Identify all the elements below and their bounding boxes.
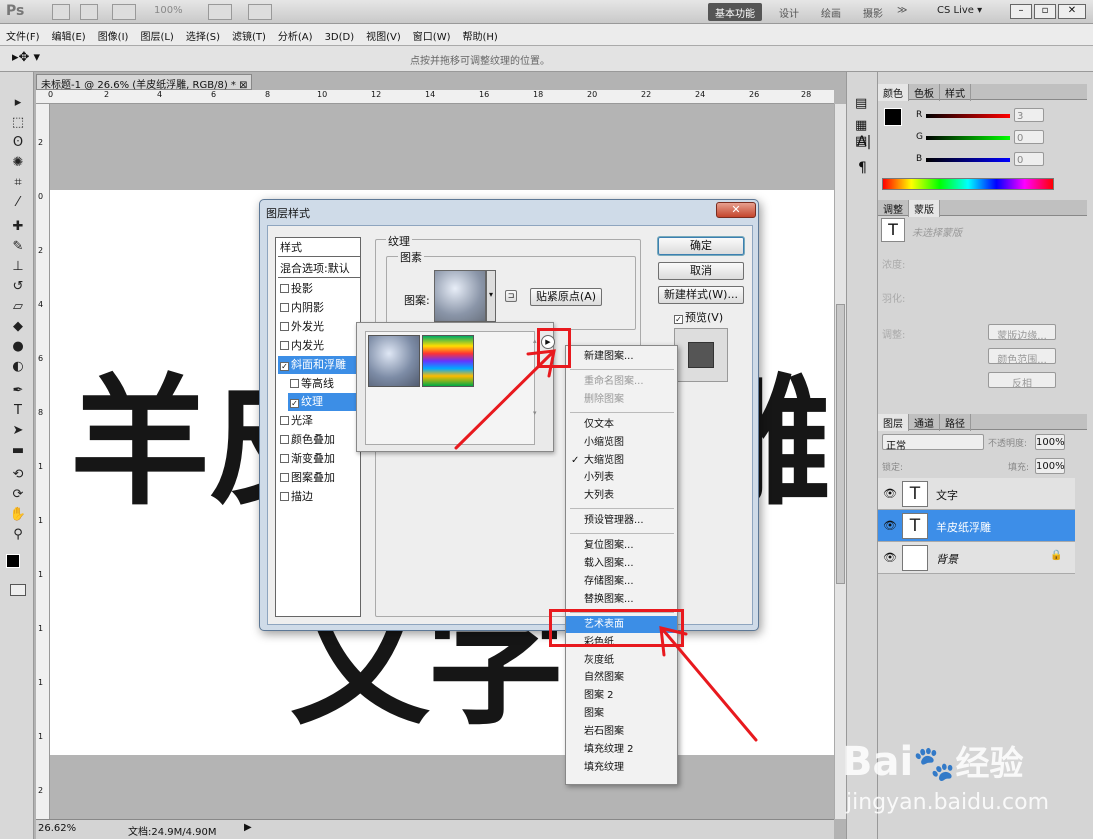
arrow-line [454, 351, 554, 450]
watermark-url: jingyan.baidu.com [846, 790, 1050, 815]
annotation-arrows [454, 349, 758, 742]
paw-icon: 🐾 [913, 744, 956, 784]
arrow-line [662, 629, 758, 742]
watermark-brand2: 经验 [955, 744, 1024, 784]
baidu-watermark: Bai🐾经验 [842, 736, 1024, 785]
watermark-brand: Bai [842, 739, 914, 785]
